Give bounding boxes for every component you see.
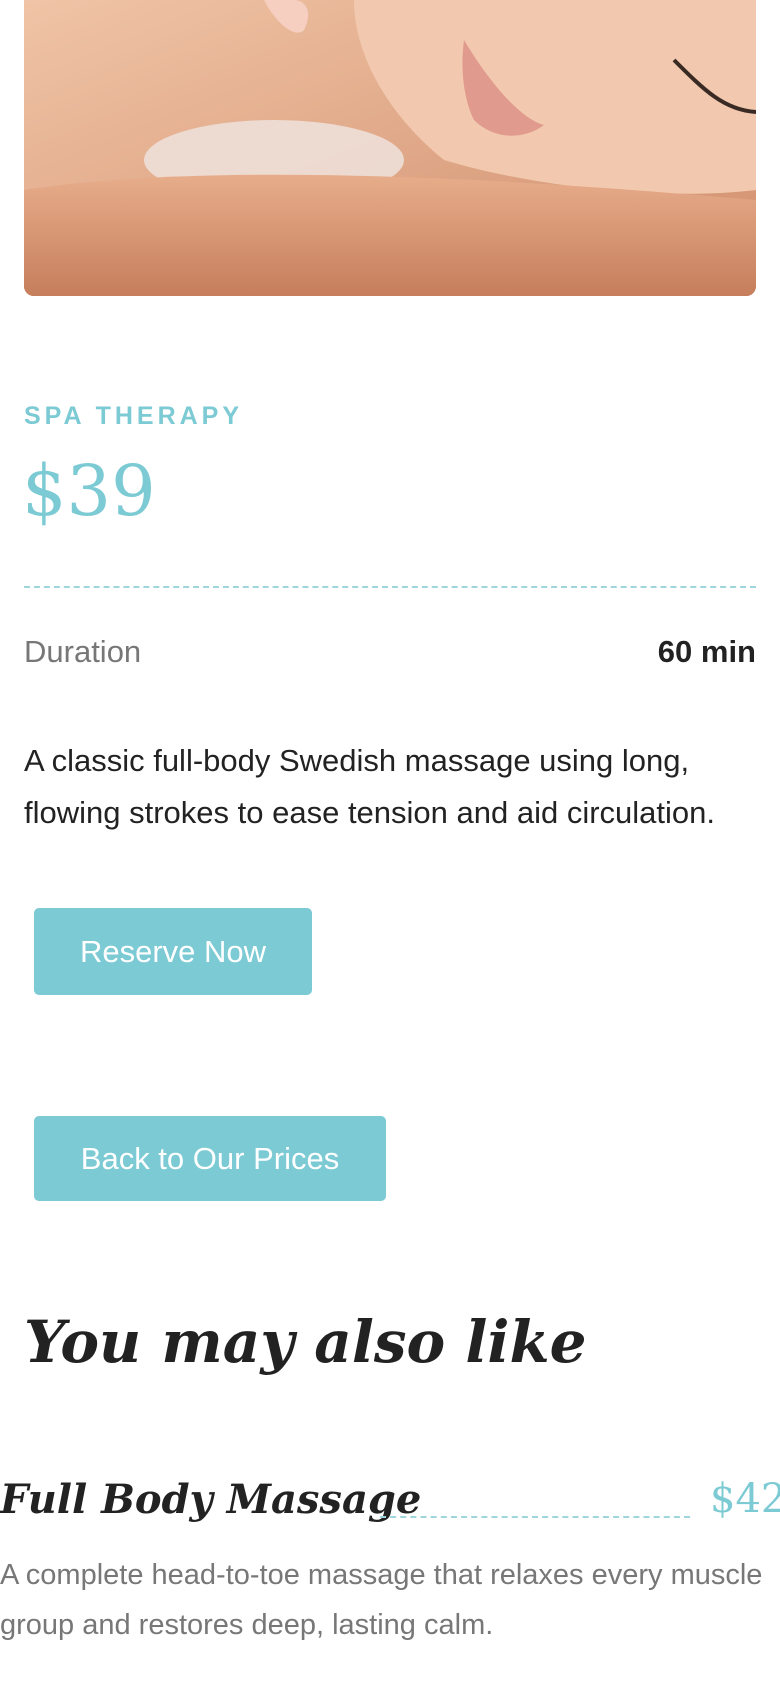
service-price: $39 (22, 450, 156, 532)
reserve-now-button[interactable]: Reserve Now (34, 908, 312, 995)
duration-value: 60 min (657, 634, 756, 669)
back-to-prices-button[interactable]: Back to Our Prices (34, 1116, 386, 1201)
related-section-title: You may also like (24, 1308, 587, 1376)
service-category: SPA THERAPY (24, 402, 244, 430)
duration-label: Duration (24, 634, 142, 669)
related-item-name[interactable]: Full Body Massage (0, 1476, 421, 1523)
spa-massage-photo-icon (24, 0, 756, 296)
divider (24, 586, 756, 588)
hero-image (24, 0, 756, 296)
related-item-description: A complete head-to-toe massage that rela… (0, 1559, 763, 1641)
service-description: A classic full-body Swedish massage usin… (24, 743, 716, 830)
related-item-leader-dots (380, 1516, 690, 1518)
related-item-price: $42 (710, 1476, 780, 1522)
